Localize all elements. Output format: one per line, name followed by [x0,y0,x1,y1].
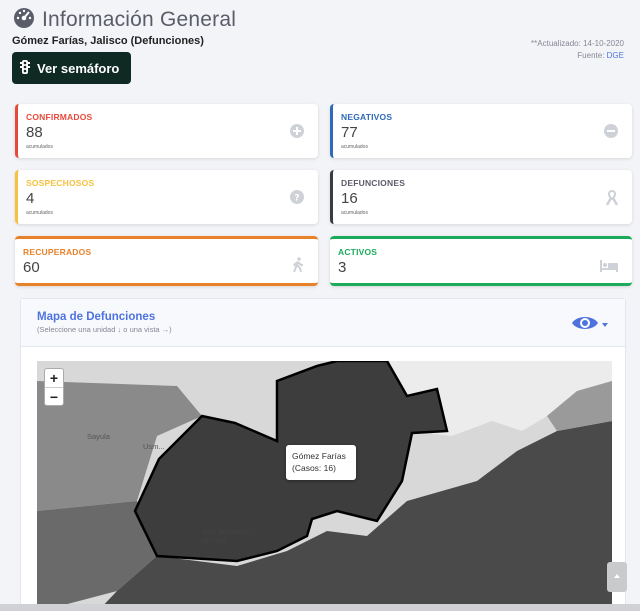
card-sub: acumulados [26,210,53,216]
zoom-control: + − [44,368,64,406]
header: Información General Gómez Farías, Jalisc… [12,6,632,92]
card-value: 88 [26,124,43,141]
source-link[interactable]: DGE [607,51,624,60]
card-sub: acumulados [341,210,368,216]
source-line: Fuente: DGE [531,50,624,62]
zoom-out-button[interactable]: − [45,387,63,405]
plus-circle-icon [290,124,304,143]
card-value: 3 [338,259,347,276]
card-sub: acumulados [26,144,53,150]
card-defunciones: DEFUNCIONES 16 acumulados [330,170,632,224]
map-panel: Mapa de Defunciones (Seleccione una unid… [20,298,626,611]
minus-circle-icon [604,124,618,143]
map-panel-header: Mapa de Defunciones (Seleccione una unid… [21,299,625,347]
card-label: SOSPECHOSOS [26,178,95,188]
bed-icon [600,259,618,277]
card-value: 77 [341,124,358,141]
card-value: 60 [23,259,40,276]
card-sospechosos: SOSPECHOSOS 4 acumulados ? [15,170,318,224]
map-panel-title: Mapa de Defunciones [37,311,156,323]
zoom-in-button[interactable]: + [45,369,63,387]
card-label: CONFIRMADOS [26,112,93,122]
view-selector[interactable] [571,313,609,338]
card-recuperados: RECUPERADOS 60 [15,236,318,286]
card-label: NEGATIVOS [341,112,393,122]
tooltip-municipio: Gómez Farías [292,451,346,461]
walking-icon [292,257,304,278]
card-negativos: NEGATIVOS 77 acumulados [330,104,632,158]
semaforo-button[interactable]: Ver semáforo [12,52,131,84]
traffic-light-icon [20,59,30,77]
map-label-san-sebastian: San Sebastián del Sur [202,527,251,545]
tooltip-casos: (Casos: 16) [292,463,336,473]
title-row: Información General [12,6,632,33]
update-meta: **Actualizado: 14-10-2020 Fuente: DGE [531,38,624,62]
card-value: 4 [26,190,35,207]
map-label-usmajac: Usm... [143,442,165,451]
svg-text:?: ? [294,194,299,204]
card-label: DEFUNCIONES [341,178,406,188]
eye-icon [572,317,598,329]
caret-down-icon [602,323,608,327]
updated-date: **Actualizado: 14-10-2020 [531,39,624,48]
speedometer-icon [12,6,36,33]
ribbon-icon [605,189,619,211]
card-confirmados: CONFIRMADOS 88 acumulados [15,104,318,158]
horizontal-scrollbar[interactable] [0,604,640,611]
semaforo-button-label: Ver semáforo [37,60,120,76]
map-canvas[interactable]: + − Sayula Usm... San Sebastián del Sur … [37,361,612,611]
page-title: Información General [42,7,237,31]
map-panel-hint: (Seleccione una unidad ↓ o una vista →) [37,325,172,334]
card-activos: ACTIVOS 3 [330,236,632,286]
source-label: Fuente: [577,51,605,60]
scroll-to-top-button[interactable] [607,562,627,592]
map-label-sayula: Sayula [87,432,110,441]
card-label: ACTIVOS [338,247,378,257]
card-sub: acumulados [341,144,368,150]
card-value: 16 [341,190,358,207]
map-tooltip: Gómez Farías (Casos: 16) [286,445,356,480]
card-label: RECUPERADOS [23,247,92,257]
question-circle-icon: ? [290,190,304,209]
